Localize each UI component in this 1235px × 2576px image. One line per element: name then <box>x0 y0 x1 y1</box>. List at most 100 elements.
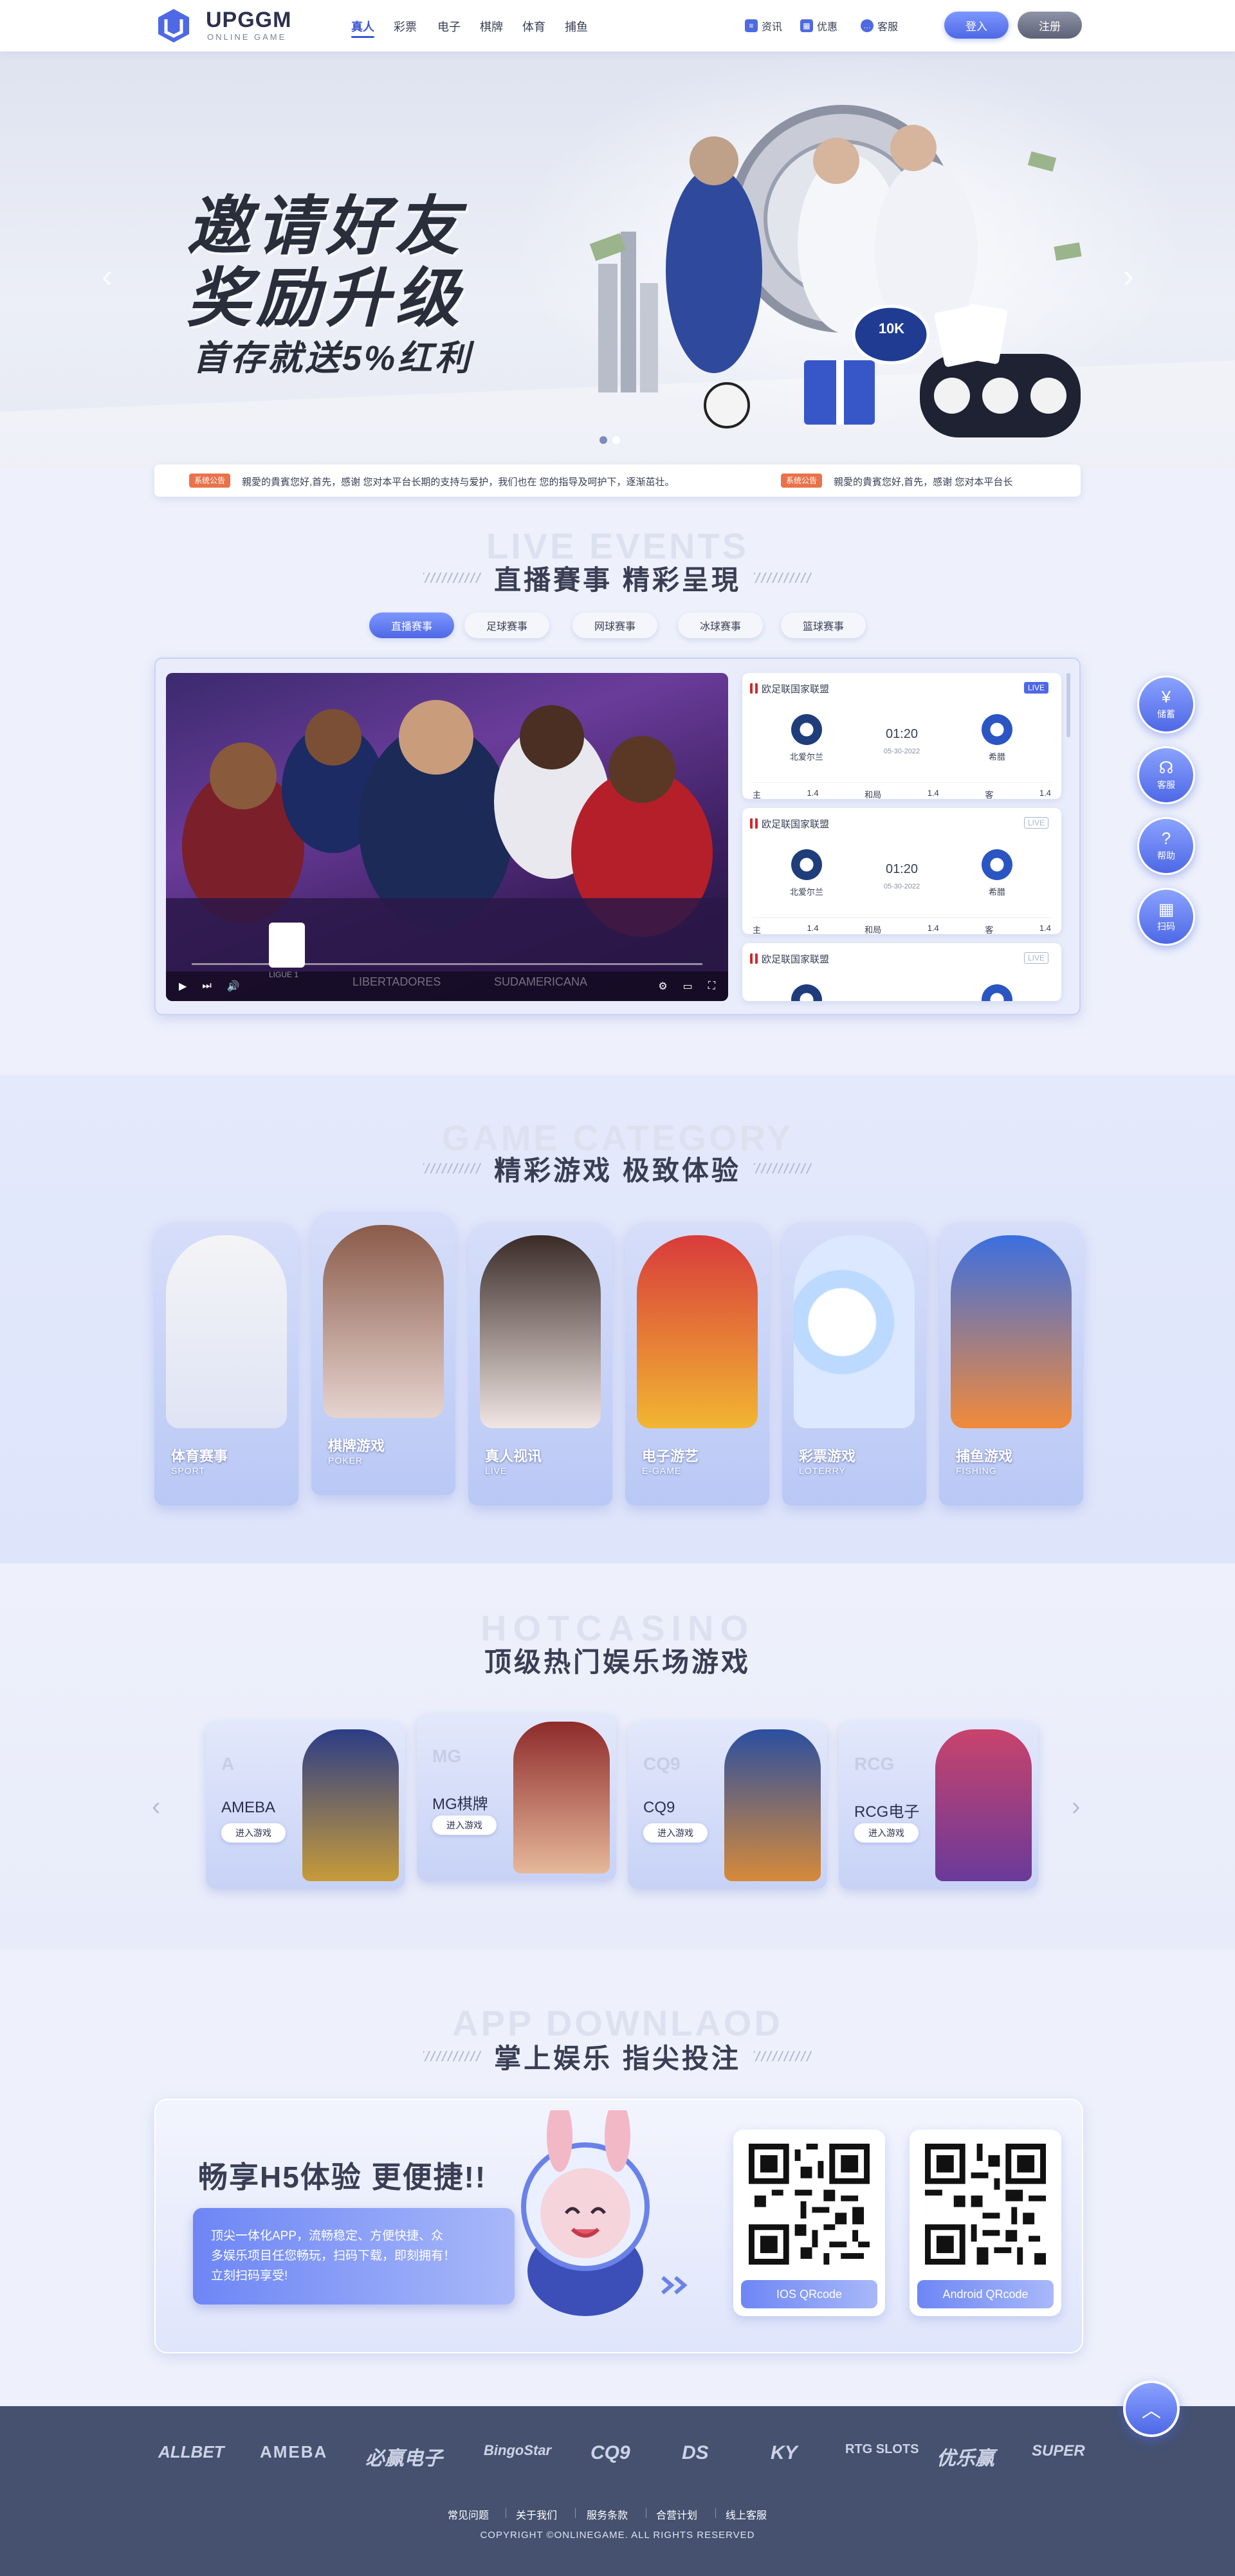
android-qrcode-card[interactable]: Android QRcode <box>910 2130 1061 2316</box>
service-button[interactable]: ☊ 客服 <box>1137 746 1195 804</box>
tab-basketball[interactable]: 篮球赛事 <box>781 612 866 638</box>
tab-football[interactable]: 足球赛事 <box>464 612 549 638</box>
enter-game-button[interactable]: 进入游戏 <box>643 1823 708 1843</box>
notice-tag: 系统公告 <box>189 474 231 488</box>
play-icon[interactable]: ▶ <box>179 980 187 993</box>
cast-icon[interactable]: ▭ <box>683 980 693 993</box>
category-name: 棋牌游戏 <box>328 1438 385 1454</box>
provider-logo-rtg[interactable]: RTG SLOTS <box>845 2442 919 2457</box>
hot-card-cq9[interactable]: CQ9 CQ9 进入游戏 <box>628 1722 827 1889</box>
hot-next-arrow[interactable]: › <box>1072 1792 1080 1821</box>
logo-icon[interactable] <box>154 6 193 45</box>
copyright: COPYRIGHT ©ONLINEGAME. ALL RIGHTS RESERV… <box>480 2530 755 2541</box>
deposit-button[interactable]: ¥ 储蓄 <box>1137 676 1195 733</box>
footer-link-affiliate[interactable]: 合营计划 <box>656 2507 697 2522</box>
volume-icon[interactable]: 🔊 <box>227 980 240 993</box>
odds-value[interactable]: 1.4 <box>807 788 819 800</box>
hero-subheadline: 首存就送5%红利 <box>193 339 473 378</box>
provider-logo-youleying[interactable]: 优乐赢 <box>937 2442 994 2470</box>
footer-link-faq[interactable]: 常见问题 <box>448 2507 489 2522</box>
hero-banner[interactable]: 邀请好友 奖励升级 首存就送5%红利 10K ‹ › <box>0 51 1235 470</box>
help-button[interactable]: ? 帮助 <box>1137 817 1195 875</box>
nav-sport[interactable]: 体育 <box>522 18 545 35</box>
back-to-top-button[interactable]: ︿ <box>1123 2380 1180 2437</box>
hero-next-arrow[interactable]: › <box>1123 257 1134 295</box>
match-time: 01:20 <box>885 727 919 741</box>
scan-button[interactable]: ▦ 扫码 <box>1137 888 1195 946</box>
enter-game-button[interactable]: 进入游戏 <box>854 1823 919 1843</box>
video-progress-bar[interactable] <box>192 963 702 965</box>
odds-value[interactable]: 1.4 <box>807 923 819 935</box>
footer-link-about[interactable]: 关于我们 <box>516 2507 557 2522</box>
match-card[interactable]: 欧足联国家联盟 LIVE <box>742 943 1061 1001</box>
footer-link-terms[interactable]: 服务条款 <box>587 2507 628 2522</box>
fullscreen-icon[interactable]: ⛶ <box>708 980 715 992</box>
notice-text: 親愛的貴賓您好,首先，感谢 您对本平台长 <box>834 477 1013 488</box>
android-qrcode[interactable] <box>925 2144 1046 2265</box>
headset-icon: ☊ <box>1158 758 1174 777</box>
odds-value[interactable]: 1.4 <box>928 788 939 800</box>
provider-logo-allbet[interactable]: ALLBET <box>158 2442 224 2462</box>
live-badge: LIVE <box>1023 817 1048 829</box>
category-card-egame[interactable]: 电子游艺 E-GAME <box>625 1222 769 1505</box>
provider-logo-ds[interactable]: DS <box>682 2442 709 2464</box>
hot-card-mg[interactable]: MG MG棋牌 进入游戏 <box>417 1714 616 1881</box>
footer-link-support[interactable]: 线上客服 <box>726 2507 767 2522</box>
provider-logo-biying[interactable]: 必赢电子 <box>365 2442 443 2470</box>
util-service[interactable]: … 客服 <box>861 18 898 33</box>
ios-qrcode-card[interactable]: IOS QRcode <box>733 2130 885 2316</box>
odds-value[interactable]: 1.4 <box>1039 788 1051 800</box>
provider-logo-super[interactable]: SUPER <box>1032 2442 1085 2460</box>
skip-icon[interactable]: ⏭ <box>202 980 211 992</box>
ios-qrcode[interactable] <box>749 2144 870 2265</box>
odds-row[interactable]: 主 1.4 和局 1.4 客 1.4 <box>753 917 1051 935</box>
provider-logo-ameba[interactable]: AMEBA <box>260 2442 327 2462</box>
category-name: 彩票游戏 <box>799 1448 856 1464</box>
hero-prev-arrow[interactable]: ‹ <box>102 257 113 295</box>
odds-value[interactable]: 1.4 <box>928 923 939 935</box>
match-card[interactable]: 欧足联国家联盟 LIVE 01:20 05-30-2022 北爱尔兰 希腊 主 … <box>742 673 1061 800</box>
nav-lottery[interactable]: 彩票 <box>394 18 417 35</box>
nav-live[interactable]: 真人 <box>351 18 374 35</box>
category-card-lottery[interactable]: 彩票游戏 LOTERRY <box>782 1222 926 1505</box>
enter-game-button[interactable]: 进入游戏 <box>221 1823 286 1843</box>
provider-logo-cq9[interactable]: CQ9 <box>590 2442 630 2464</box>
tab-tennis[interactable]: 网球赛事 <box>572 612 657 638</box>
category-card-live[interactable]: 真人视讯 LIVE <box>468 1222 612 1505</box>
login-button[interactable]: 登入 <box>944 12 1009 39</box>
match-card[interactable]: 欧足联国家联盟 LIVE 01:20 05-30-2022 北爱尔兰 希腊 主 … <box>742 808 1061 935</box>
team-crest-icon <box>791 984 822 1001</box>
enter-game-button[interactable]: 进入游戏 <box>432 1816 497 1835</box>
util-news[interactable]: ≡ 资讯 <box>745 18 782 33</box>
rcg-art <box>935 1729 1032 1881</box>
sport-player-art <box>166 1235 287 1428</box>
nav-fishing[interactable]: 捕鱼 <box>565 18 588 35</box>
odds-row[interactable]: 主 1.4 和局 1.4 客 1.4 <box>753 782 1051 800</box>
hot-card-rcg[interactable]: RCG RCG电子 进入游戏 <box>839 1722 1038 1889</box>
hot-card-ameba[interactable]: A AMEBA 进入游戏 <box>206 1722 405 1889</box>
register-button[interactable]: 注册 <box>1018 12 1082 39</box>
match-list-scrollbar[interactable] <box>1066 673 1070 737</box>
provider-logo-bingostar[interactable]: BingoStar <box>484 2442 551 2459</box>
live-video-player[interactable]: LIGUE 1 LIBERTADORES SUDAMERICANA ▶ ⏭ 🔊 … <box>166 673 728 1001</box>
odds-value[interactable]: 1.4 <box>1039 923 1051 935</box>
site-footer <box>0 2406 1235 2576</box>
category-card-sport[interactable]: 体育赛事 SPORT <box>154 1222 298 1505</box>
tab-live-events[interactable]: 直播赛事 <box>369 612 454 638</box>
nav-egame[interactable]: 电子 <box>437 18 461 35</box>
tab-hockey[interactable]: 冰球赛事 <box>678 612 763 638</box>
category-card-poker[interactable]: 棋牌游戏 POKER <box>311 1212 455 1495</box>
hot-prev-arrow[interactable]: ‹ <box>152 1792 160 1821</box>
carousel-dot-active[interactable] <box>599 436 607 444</box>
settings-icon[interactable]: ⚙ <box>658 980 667 993</box>
provider-logo-ky[interactable]: KY <box>771 2442 798 2464</box>
category-card-fishing[interactable]: 捕鱼游戏 FISHING <box>939 1222 1083 1505</box>
category-en: LIVE <box>485 1466 508 1476</box>
match-league: 欧足联国家联盟 <box>762 684 830 695</box>
nav-active-indicator <box>351 36 374 38</box>
carousel-dot[interactable] <box>612 436 620 444</box>
nav-poker[interactable]: 棋牌 <box>480 18 503 35</box>
logo-name[interactable]: UPGGM <box>206 8 291 33</box>
site-header: UPGGM ONLINE GAME 真人 彩票 电子 棋牌 体育 捕鱼 ≡ 资讯 … <box>0 0 1235 51</box>
util-promo[interactable]: ▦ 优惠 <box>800 18 837 33</box>
